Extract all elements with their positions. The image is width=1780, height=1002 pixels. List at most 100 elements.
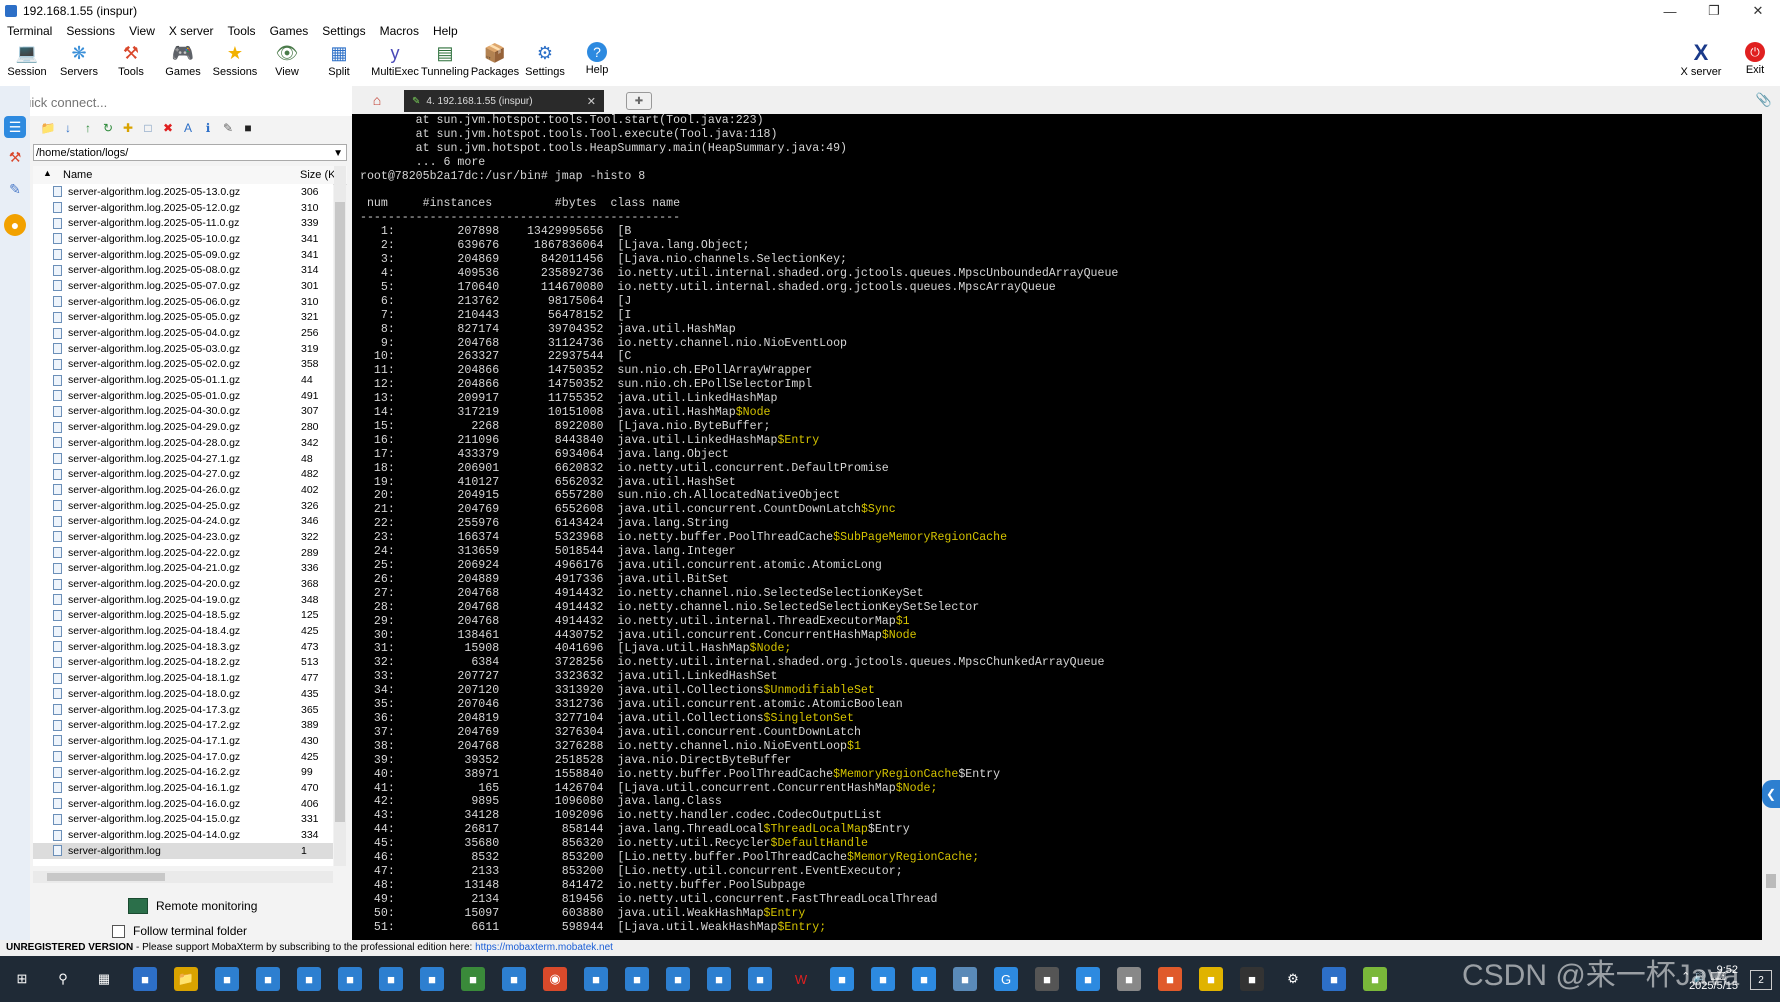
app-icon[interactable]: ■	[297, 967, 321, 991]
quick-connect-input[interactable]	[12, 92, 346, 112]
scrollbar-thumb[interactable]	[335, 202, 345, 822]
games-toolbar-button[interactable]: 🎮 Games	[158, 42, 208, 86]
task-view-icon[interactable]: ▦	[92, 967, 116, 991]
rename-icon[interactable]: A	[180, 120, 196, 136]
app-icon[interactable]: ■	[1322, 967, 1346, 991]
multiexec-toolbar-button[interactable]: y MultiExec	[370, 42, 420, 86]
file-explorer-icon[interactable]: 📁	[174, 967, 198, 991]
terminal-icon[interactable]: ■	[1240, 967, 1264, 991]
file-list-row[interactable]: server-algorithm.log.2025-05-05.0.gz 321	[33, 310, 333, 326]
file-list-row[interactable]: server-algorithm.log.2025-04-24.0.gz 346	[33, 513, 333, 529]
settings-toolbar-button[interactable]: ⚙ Settings	[520, 42, 570, 86]
minimize-icon[interactable]: —	[1648, 0, 1692, 22]
file-list-row[interactable]: server-algorithm.log.2025-05-01.1.gz 44	[33, 372, 333, 388]
file-list-row[interactable]: server-algorithm.log.2025-04-15.0.gz 331	[33, 812, 333, 828]
file-list-row[interactable]: server-algorithm.log.2025-04-20.0.gz 368	[33, 576, 333, 592]
app-icon[interactable]: ■	[461, 967, 485, 991]
app-icon[interactable]: ■	[625, 967, 649, 991]
app-icon[interactable]: ■	[748, 967, 772, 991]
file-list-row[interactable]: server-algorithm.log.2025-04-27.0.gz 482	[33, 466, 333, 482]
file-list-row[interactable]: server-algorithm.log.2025-04-17.2.gz 389	[33, 717, 333, 733]
menu-tools[interactable]: Tools	[221, 24, 263, 38]
menu-settings[interactable]: Settings	[315, 24, 372, 38]
sftp-sidebar-icon[interactable]: ●	[4, 214, 26, 236]
new-folder-icon[interactable]: ✚	[120, 120, 136, 136]
app-icon[interactable]: ■	[1117, 967, 1141, 991]
exit-toolbar-button[interactable]: ⏻ Exit	[1730, 42, 1780, 86]
terminal-folder-icon[interactable]: ■	[240, 120, 256, 136]
parent-folder-icon[interactable]: 📁	[40, 120, 56, 136]
file-list-row[interactable]: server-algorithm.log.2025-05-02.0.gz 358	[33, 357, 333, 373]
file-list-row[interactable]: server-algorithm.log.2025-04-25.0.gz 326	[33, 498, 333, 514]
file-list-row[interactable]: server-algorithm.log.2025-04-28.0.gz 342	[33, 435, 333, 451]
new-file-icon[interactable]: □	[140, 120, 156, 136]
app-icon[interactable]: ■	[666, 967, 690, 991]
close-tab-icon[interactable]: ✕	[587, 95, 596, 108]
wps-icon[interactable]: W	[789, 967, 813, 991]
tools-sidebar-icon[interactable]: ⚒	[4, 146, 26, 168]
menu-terminal[interactable]: Terminal	[0, 24, 59, 38]
file-list-row[interactable]: server-algorithm.log.2025-05-13.0.gz 306	[33, 184, 333, 200]
mobaxterm-icon[interactable]: ■	[1035, 967, 1059, 991]
file-list-row[interactable]: server-algorithm.log.2025-04-18.4.gz 425	[33, 623, 333, 639]
file-list-row[interactable]: server-algorithm.log.2025-05-04.0.gz 256	[33, 325, 333, 341]
notification-center-icon[interactable]: 2	[1750, 970, 1772, 990]
attachment-icon[interactable]: 📎	[1756, 92, 1772, 108]
gear-icon[interactable]: ⚙	[1281, 967, 1305, 991]
app-icon[interactable]: ■	[584, 967, 608, 991]
open-with-icon[interactable]: ✎	[220, 120, 236, 136]
file-list-row[interactable]: server-algorithm.log.2025-04-18.3.gz 473	[33, 639, 333, 655]
app-icon[interactable]: ■	[871, 967, 895, 991]
menu-help[interactable]: Help	[426, 24, 465, 38]
file-list-row[interactable]: server-algorithm.log.2025-05-01.0.gz 491	[33, 388, 333, 404]
packages-toolbar-button[interactable]: 📦 Packages	[470, 42, 520, 86]
file-list-row[interactable]: server-algorithm.log.2025-04-16.1.gz 470	[33, 780, 333, 796]
file-list-row[interactable]: server-algorithm.log.2025-04-26.0.gz 402	[33, 482, 333, 498]
file-list-row[interactable]: server-algorithm.log.2025-05-03.0.gz 319	[33, 341, 333, 357]
file-list-row[interactable]: server-algorithm.log.2025-04-18.0.gz 435	[33, 686, 333, 702]
chrome-icon[interactable]: ◉	[543, 967, 567, 991]
app-icon[interactable]: ■	[1199, 967, 1223, 991]
app-icon[interactable]: ■	[502, 967, 526, 991]
scrollbar-thumb[interactable]	[47, 873, 165, 881]
file-list-row[interactable]: server-algorithm.log.2025-04-23.0.gz 322	[33, 529, 333, 545]
download-icon[interactable]: ↓	[60, 120, 76, 136]
file-list-row[interactable]: server-algorithm.log.2025-04-18.1.gz 477	[33, 670, 333, 686]
app-icon[interactable]: G	[994, 967, 1018, 991]
file-list-row[interactable]: server-algorithm.log.2025-05-10.0.gz 341	[33, 231, 333, 247]
app-icon[interactable]: ■	[707, 967, 731, 991]
windows-start-icon[interactable]: ⊞	[10, 967, 34, 991]
sessions-sidebar-icon[interactable]: ☰	[4, 116, 26, 138]
file-list-row[interactable]: server-algorithm.log.2025-05-12.0.gz 310	[33, 200, 333, 216]
app-icon[interactable]: ■	[420, 967, 444, 991]
path-input[interactable]: /home/station/logs/ ▼	[33, 144, 347, 161]
app-icon[interactable]: ■	[215, 967, 239, 991]
scrollbar-thumb[interactable]	[1766, 874, 1776, 888]
file-list-row[interactable]: server-algorithm.log.2025-04-18.2.gz 513	[33, 655, 333, 671]
file-list-row[interactable]: server-algorithm.log.2025-04-21.0.gz 336	[33, 561, 333, 577]
file-list-row[interactable]: server-algorithm.log.2025-05-09.0.gz 341	[33, 247, 333, 263]
app-icon[interactable]: ■	[379, 967, 403, 991]
remote-monitoring-button[interactable]: Remote monitoring	[128, 898, 257, 914]
permissions-icon[interactable]: ℹ	[200, 120, 216, 136]
menu-macros[interactable]: Macros	[373, 24, 426, 38]
file-list-row[interactable]: server-algorithm.log.2025-04-27.1.gz 48	[33, 451, 333, 467]
menu-sessions[interactable]: Sessions	[59, 24, 122, 38]
checkbox-box[interactable]	[112, 924, 125, 938]
servers-toolbar-button[interactable]: ❋ Servers	[54, 42, 104, 86]
file-list-row[interactable]: server-algorithm.log.2025-04-30.0.gz 307	[33, 404, 333, 420]
app-icon[interactable]: ■	[912, 967, 936, 991]
home-tab-icon[interactable]: ⌂	[364, 90, 390, 110]
file-list-row[interactable]: server-algorithm.log 1	[33, 842, 333, 859]
file-list-row[interactable]: server-algorithm.log.2025-04-14.0.gz 334	[33, 827, 333, 843]
file-list-row[interactable]: server-algorithm.log.2025-05-07.0.gz 301	[33, 278, 333, 294]
app-icon[interactable]: ■	[1158, 967, 1182, 991]
sessions-toolbar-button[interactable]: ★ Sessions	[210, 42, 260, 86]
file-list-row[interactable]: server-algorithm.log.2025-05-06.0.gz 310	[33, 294, 333, 310]
file-list-row[interactable]: server-algorithm.log.2025-04-19.0.gz 348	[33, 592, 333, 608]
menu-view[interactable]: View	[122, 24, 162, 38]
app-icon[interactable]: ■	[338, 967, 362, 991]
file-list-row[interactable]: server-algorithm.log.2025-04-17.3.gz 365	[33, 702, 333, 718]
file-list-row[interactable]: server-algorithm.log.2025-04-17.1.gz 430	[33, 733, 333, 749]
terminal-output[interactable]: at sun.jvm.hotspot.tools.Tool.start(Tool…	[352, 114, 1762, 940]
